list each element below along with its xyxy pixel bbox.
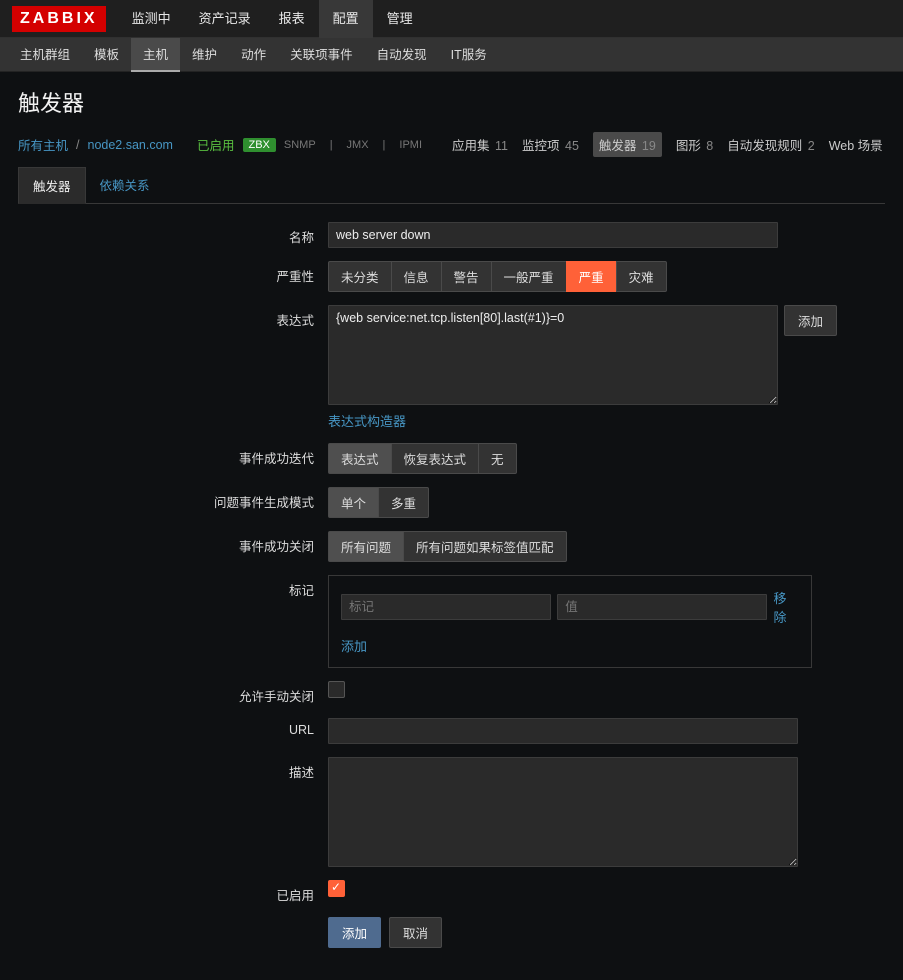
breadcrumb-separator: /	[76, 138, 79, 152]
cancel-button[interactable]: 取消	[389, 917, 442, 948]
label-tags: 标记	[18, 575, 328, 668]
okgen-option[interactable]: 表达式	[328, 443, 392, 474]
host-link[interactable]: 自动发现规则 2	[727, 135, 814, 154]
interface-badge: SNMP	[278, 138, 322, 152]
sev-option[interactable]: 未分类	[328, 261, 392, 292]
breadcrumb-host[interactable]: node2.san.com	[88, 138, 173, 152]
top-nav: ZABBIX 监测中资产记录报表配置管理	[0, 0, 903, 38]
host-link[interactable]: 触发器 19	[593, 132, 662, 157]
sub-nav: 主机群组模板主机维护动作关联项事件自动发现IT服务	[0, 38, 903, 72]
name-input[interactable]	[328, 222, 778, 248]
topnav-item[interactable]: 配置	[319, 0, 373, 38]
logo: ZABBIX	[12, 6, 106, 32]
okclose-option[interactable]: 所有问题如果标签值匹配	[403, 531, 567, 562]
pmode-option[interactable]: 单个	[328, 487, 379, 518]
manual-close-checkbox[interactable]	[328, 681, 345, 698]
description-textarea[interactable]	[328, 757, 798, 867]
subnav-item[interactable]: 动作	[229, 38, 278, 72]
okclose-option[interactable]: 所有问题	[328, 531, 404, 562]
sev-option[interactable]: 一般严重	[491, 261, 567, 292]
tag-value-input[interactable]	[557, 594, 767, 620]
subnav-item[interactable]: IT服务	[439, 38, 499, 72]
host-link[interactable]: 应用集 11	[452, 135, 508, 154]
tag-add-link[interactable]: 添加	[341, 636, 799, 655]
breadcrumb-all-hosts[interactable]: 所有主机	[18, 135, 68, 154]
okgen-option[interactable]: 无	[478, 443, 517, 474]
label-manual-close: 允许手动关闭	[18, 681, 328, 705]
expression-builder-link[interactable]: 表达式构造器	[328, 411, 406, 430]
sev-option[interactable]: 严重	[566, 261, 617, 292]
subnav-item[interactable]: 主机群组	[8, 38, 82, 72]
tags-box: 移除 添加	[328, 575, 812, 668]
submit-button[interactable]: 添加	[328, 917, 381, 948]
label-ok-gen: 事件成功迭代	[18, 443, 328, 474]
tabs: 触发器依赖关系	[18, 167, 885, 204]
tag-name-input[interactable]	[341, 594, 551, 620]
tag-remove-link[interactable]: 移除	[773, 588, 799, 626]
page-title: 触发器	[18, 86, 885, 118]
ok-gen-group: 表达式恢复表达式无	[328, 443, 517, 474]
enabled-checkbox[interactable]	[328, 880, 345, 897]
host-link[interactable]: 监控项 45	[522, 135, 579, 154]
subnav-item[interactable]: 主机	[131, 38, 180, 72]
host-link[interactable]: 图形 8	[676, 135, 713, 154]
label-problem-mode: 问题事件生成模式	[18, 487, 328, 518]
label-url: URL	[18, 718, 328, 744]
severity-group: 未分类信息警告一般严重严重灾难	[328, 261, 667, 292]
label-name: 名称	[18, 222, 328, 248]
label-description: 描述	[18, 757, 328, 867]
problem-mode-group: 单个多重	[328, 487, 429, 518]
host-bar: 所有主机 / node2.san.com 已启用 ZBXSNMP|JMX|IPM…	[18, 132, 885, 157]
subnav-item[interactable]: 关联项事件	[278, 38, 365, 72]
expression-textarea[interactable]: {web service:net.tcp.listen[80].last(#1)…	[328, 305, 778, 405]
interface-badge: JMX	[341, 138, 375, 152]
url-input[interactable]	[328, 718, 798, 744]
topnav-item[interactable]: 管理	[373, 0, 427, 38]
label-expression: 表达式	[18, 305, 328, 430]
pmode-option[interactable]: 多重	[378, 487, 429, 518]
topnav-item[interactable]: 监测中	[118, 0, 185, 38]
interface-badge: ZBX	[243, 138, 276, 152]
label-severity: 严重性	[18, 261, 328, 292]
label-ok-close: 事件成功关闭	[18, 531, 328, 562]
subnav-item[interactable]: 自动发现	[365, 38, 439, 72]
ok-close-group: 所有问题所有问题如果标签值匹配	[328, 531, 567, 562]
sev-option[interactable]: 灾难	[616, 261, 667, 292]
subnav-item[interactable]: 模板	[82, 38, 131, 72]
okgen-option[interactable]: 恢复表达式	[391, 443, 480, 474]
host-enabled-label: 已启用	[197, 135, 235, 154]
trigger-form: 名称 严重性 未分类信息警告一般严重严重灾难 表达式 {web service:…	[18, 204, 885, 966]
tab[interactable]: 依赖关系	[86, 167, 164, 203]
expression-add-button[interactable]: 添加	[784, 305, 837, 336]
topnav-item[interactable]: 报表	[265, 0, 319, 38]
label-enabled: 已启用	[18, 880, 328, 904]
host-link[interactable]: Web 场景	[829, 135, 883, 154]
sev-option[interactable]: 信息	[391, 261, 442, 292]
tab[interactable]: 触发器	[18, 167, 86, 204]
subnav-item[interactable]: 维护	[180, 38, 229, 72]
sev-option[interactable]: 警告	[441, 261, 492, 292]
topnav-item[interactable]: 资产记录	[185, 0, 265, 38]
interface-badge: IPMI	[393, 138, 428, 152]
